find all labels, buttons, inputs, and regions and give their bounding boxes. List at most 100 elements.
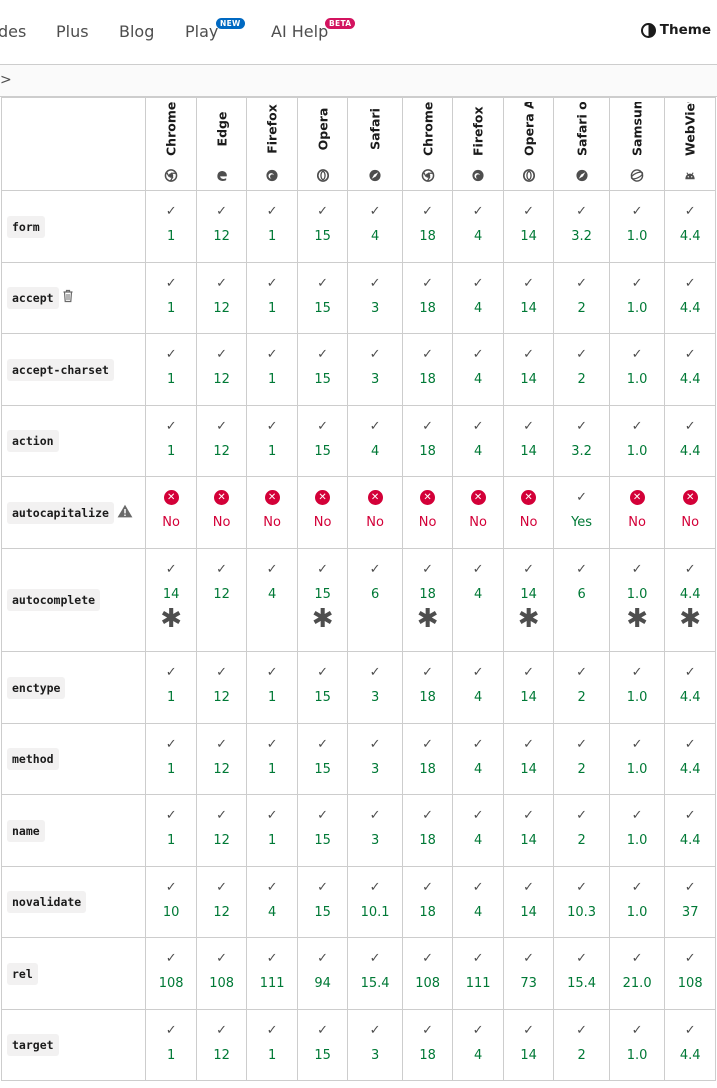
support-cell[interactable]: ✓ 18 (401, 1009, 454, 1081)
support-cell[interactable]: ✓ 15 (296, 333, 349, 406)
support-cell[interactable]: ✓ 4.4 (664, 794, 716, 867)
feature-name[interactable]: novalidate (7, 891, 87, 913)
feature-name[interactable]: accept-charset (7, 358, 114, 381)
support-cell[interactable]: ✓ 3 (347, 723, 403, 795)
support-cell[interactable]: ✓ 3 (347, 1009, 403, 1081)
support-cell[interactable]: ✓ 18 (401, 190, 454, 263)
support-cell[interactable]: ✓ 1.0 (608, 262, 666, 334)
support-cell[interactable]: ✓ 111 (452, 937, 504, 1010)
support-cell[interactable]: ✓ 10 (145, 866, 197, 938)
support-cell[interactable]: ✓ 18 (401, 866, 454, 938)
support-cell[interactable]: ✓ 14 ✱ (502, 548, 555, 652)
support-cell[interactable]: ✓ 1 (145, 262, 197, 334)
support-cell[interactable]: ✓ 15 (296, 651, 349, 724)
support-cell[interactable]: ✓ 1.0 (608, 866, 666, 938)
feature-name[interactable]: autocapitalize (7, 501, 114, 524)
support-cell[interactable]: ✓ 15 (296, 190, 349, 263)
support-cell[interactable]: ✕ No (145, 476, 197, 549)
support-cell[interactable]: ✓ 10.1 (347, 866, 403, 938)
support-cell[interactable]: ✓ 3.2 (553, 405, 610, 477)
support-cell[interactable]: ✓ 2 (553, 1009, 610, 1081)
support-cell[interactable]: ✓ 1.0 ✱ (608, 548, 666, 652)
nav-item-blog[interactable]: Blog (119, 22, 154, 41)
support-cell[interactable]: ✓ 14 (502, 405, 555, 477)
support-cell[interactable]: ✕ No (296, 476, 349, 549)
support-cell[interactable]: ✓ 1 (246, 651, 298, 724)
support-cell[interactable]: ✓ 108 (195, 937, 248, 1010)
support-cell[interactable]: ✓ Yes (553, 476, 610, 549)
support-cell[interactable]: ✓ 1 (145, 1009, 197, 1081)
support-cell[interactable]: ✓ 12 (195, 1009, 248, 1081)
support-cell[interactable]: ✓ 1.0 (608, 1009, 666, 1081)
support-cell[interactable]: ✓ 73 (502, 937, 555, 1010)
support-cell[interactable]: ✓ 14 (502, 333, 555, 406)
support-cell[interactable]: ✓ 1 (145, 651, 197, 724)
support-cell[interactable]: ✕ No (608, 476, 666, 549)
support-cell[interactable]: ✓ 15 (296, 794, 349, 867)
support-cell[interactable]: ✓ 1 (145, 190, 197, 263)
feature-name[interactable]: rel (7, 962, 38, 985)
feature-name[interactable]: name (7, 819, 45, 842)
support-cell[interactable]: ✓ 2 (553, 794, 610, 867)
support-cell[interactable]: ✓ 2 (553, 651, 610, 724)
support-cell[interactable]: ✓ 1.0 (608, 405, 666, 477)
support-cell[interactable]: ✓ 1.0 (608, 333, 666, 406)
support-cell[interactable]: ✓ 4 (452, 262, 504, 334)
support-cell[interactable]: ✓ 15 (296, 262, 349, 334)
support-cell[interactable]: ✓ 2 (553, 333, 610, 406)
support-cell[interactable]: ✓ 3 (347, 794, 403, 867)
support-cell[interactable]: ✓ 4 (452, 723, 504, 795)
support-cell[interactable]: ✓ 2 (553, 723, 610, 795)
feature-name[interactable]: target (7, 1034, 59, 1056)
support-cell[interactable]: ✓ 12 (195, 333, 248, 406)
support-cell[interactable]: ✓ 4.4 (664, 333, 716, 406)
support-cell[interactable]: ✓ 14 (502, 1009, 555, 1081)
support-cell[interactable]: ✓ 2 (553, 262, 610, 334)
support-cell[interactable]: ✓ 1.0 (608, 190, 666, 263)
support-cell[interactable]: ✓ 3 (347, 262, 403, 334)
support-cell[interactable]: ✓ 14 (502, 190, 555, 263)
support-cell[interactable]: ✓ 1 (145, 723, 197, 795)
theme-switcher-button[interactable]: Theme (640, 22, 711, 38)
support-cell[interactable]: ✓ 21.0 (608, 937, 666, 1010)
support-cell[interactable]: ✓ 15 ✱ (296, 548, 349, 652)
support-cell[interactable]: ✓ 4 (452, 651, 504, 724)
support-cell[interactable]: ✓ 4.4 ✱ (664, 548, 716, 652)
support-cell[interactable]: ✓ 4.4 (664, 262, 716, 334)
support-cell[interactable]: ✓ 18 (401, 262, 454, 334)
support-cell[interactable]: ✕ No (195, 476, 248, 549)
support-cell[interactable]: ✕ No (452, 476, 504, 549)
support-cell[interactable]: ✓ 12 (195, 548, 248, 652)
feature-name[interactable]: enctype (7, 676, 66, 699)
support-cell[interactable]: ✓ 10.3 (553, 866, 610, 938)
support-cell[interactable]: ✓ 18 (401, 651, 454, 724)
support-cell[interactable]: ✓ 1 (246, 1009, 298, 1081)
support-cell[interactable]: ✓ 14 (502, 651, 555, 724)
nav-item-guides[interactable]: des (0, 22, 26, 41)
support-cell[interactable]: ✕ No (664, 476, 716, 549)
support-cell[interactable]: ✓ 6 (553, 548, 610, 652)
support-cell[interactable]: ✓ 12 (195, 723, 248, 795)
support-cell[interactable]: ✕ No (401, 476, 454, 549)
support-cell[interactable]: ✓ 1.0 (608, 723, 666, 795)
support-cell[interactable]: ✕ No (246, 476, 298, 549)
feature-name[interactable]: autocomplete (7, 589, 101, 611)
support-cell[interactable]: ✓ 15.4 (553, 937, 610, 1010)
support-cell[interactable]: ✓ 1 (145, 794, 197, 867)
support-cell[interactable]: ✓ 4 (452, 866, 504, 938)
support-cell[interactable]: ✓ 14 (502, 723, 555, 795)
support-cell[interactable]: ✓ 18 (401, 723, 454, 795)
support-cell[interactable]: ✓ 6 (347, 548, 403, 652)
support-cell[interactable]: ✓ 1.0 (608, 794, 666, 867)
support-cell[interactable]: ✓ 3 (347, 651, 403, 724)
support-cell[interactable]: ✓ 12 (195, 190, 248, 263)
nav-item-plus[interactable]: Plus (56, 22, 89, 41)
support-cell[interactable]: ✓ 108 (145, 937, 197, 1010)
support-cell[interactable]: ✓ 14 (502, 262, 555, 334)
support-cell[interactable]: ✓ 1 (246, 262, 298, 334)
support-cell[interactable]: ✓ 1 (145, 405, 197, 477)
support-cell[interactable]: ✓ 4.4 (664, 651, 716, 724)
support-cell[interactable]: ✓ 15 (296, 723, 349, 795)
support-cell[interactable]: ✓ 108 (401, 937, 454, 1010)
feature-name[interactable]: action (7, 430, 59, 452)
